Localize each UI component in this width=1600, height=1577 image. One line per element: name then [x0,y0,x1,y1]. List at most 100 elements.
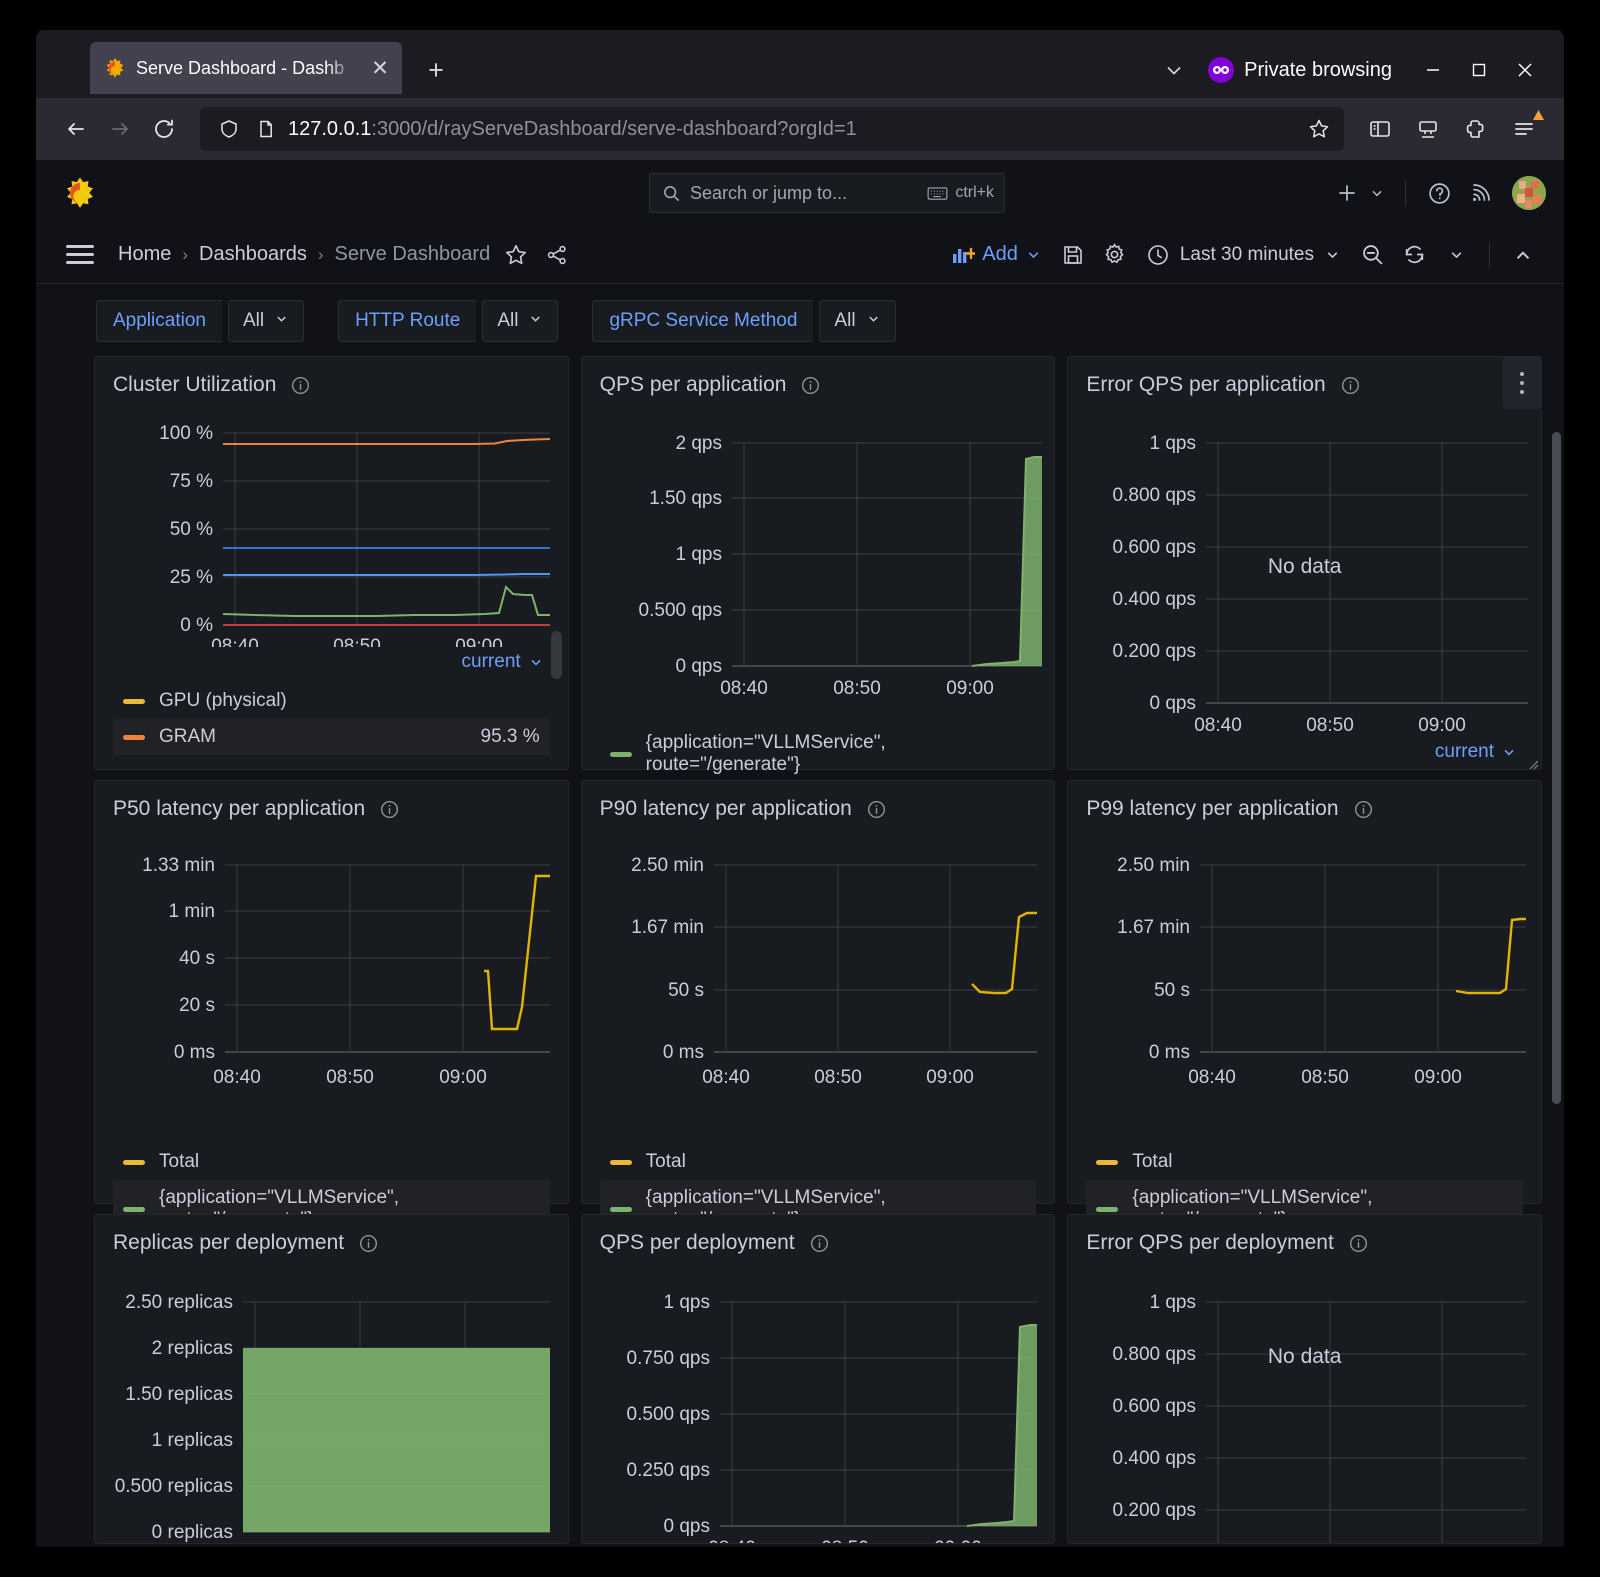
legend-scrollbar[interactable] [550,631,562,679]
list-all-tabs-chevron-down-icon[interactable] [1148,50,1200,90]
help-icon[interactable] [1418,172,1460,214]
svg-text:1.50 replicas: 1.50 replicas [125,1384,233,1405]
panel-title: Cluster Utilization [113,373,277,396]
svg-text:0.400 qps: 0.400 qps [1113,1448,1196,1469]
shield-icon[interactable] [214,114,244,144]
sidebar-icon[interactable] [1358,107,1402,151]
legend-color-swatch [609,1159,632,1165]
breadcrumb-home[interactable]: Home [118,243,171,266]
svg-text:08:50: 08:50 [1302,1067,1350,1088]
panel-p99-latency-per-application: P99 latency per application 2.50 min 1.6… [1067,780,1543,1238]
svg-text:08:50: 08:50 [333,636,381,647]
legend-sort-control[interactable]: cu [600,697,1037,725]
legend-sort-control[interactable]: cu [113,1116,550,1144]
info-icon[interactable] [1348,1233,1369,1254]
share-icon[interactable] [542,240,572,270]
dashboard-scrollbar[interactable] [1552,432,1561,1104]
breadcrumb-dashboards[interactable]: Dashboards [199,243,307,266]
dashboard-toolbar: Add Last 30 minutes [941,236,1544,274]
legend-item[interactable]: Total [1086,1144,1523,1180]
panel-resize-handle[interactable] [1528,756,1539,770]
variable-http-route: HTTP Route All [338,300,559,342]
bookmark-star-icon[interactable] [1302,112,1336,146]
tab-close-icon[interactable]: ✕ [368,56,392,80]
variable-http-route-value: All [497,310,519,331]
window-minimize-button[interactable] [1410,50,1456,90]
info-icon[interactable] [800,375,821,396]
svg-text:100 %: 100 % [159,423,213,444]
browser-tab[interactable]: Serve Dashboard - Dashb ✕ [90,42,402,94]
panel-header: Cluster Utilization [95,357,568,397]
svg-text:1.67 min: 1.67 min [1117,917,1190,938]
variable-grpc-service-method-select[interactable]: All [819,300,896,342]
grafana-top-right [1327,172,1546,214]
svg-text:0.600 qps: 0.600 qps [1113,537,1196,558]
legend-sort-control[interactable]: cu [1086,1116,1523,1144]
add-panel-button[interactable]: Add [941,236,1052,274]
plot-area: 2.50 min 1.67 min 50 s 0 ms 08:40 08:50 … [1068,821,1541,1116]
svg-text:1 qps: 1 qps [1150,1292,1196,1313]
legend-item[interactable]: Total [600,1144,1037,1180]
time-range-picker[interactable]: Last 30 minutes [1136,236,1351,274]
breadcrumb: Home › Dashboards › Serve Dashboard [118,240,572,270]
collapse-toolbar-chevron-up-icon[interactable] [1502,236,1544,274]
info-icon[interactable] [1340,375,1361,396]
create-new-button[interactable] [1327,172,1393,214]
variable-http-route-select[interactable]: All [482,300,559,342]
window-maximize-button[interactable] [1456,50,1502,90]
plot-area: 1.33 min 1 min 40 s 20 s 0 ms 08:40 08:5… [95,821,568,1116]
extension-manager-icon[interactable] [1406,107,1450,151]
svg-text:50 %: 50 % [170,519,213,540]
svg-text:1 qps: 1 qps [675,544,721,565]
panel-title: Replicas per deployment [113,1231,345,1254]
grafana-logo-icon[interactable] [60,173,100,213]
zoom-out-time-range-icon[interactable] [1351,236,1393,274]
legend-item[interactable]: GRAM 95.3 % [113,719,550,755]
info-icon[interactable] [290,375,311,396]
page-info-icon[interactable] [252,115,280,143]
legend-sort-control[interactable]: cu [600,1116,1037,1144]
plot-area: 100 % 75 % 50 % 25 % 0 % 08:40 08:50 09:… [95,397,568,647]
variable-application-select[interactable]: All [227,300,305,342]
legend-sort-control[interactable]: current [1086,737,1523,773]
extension-puzzle-icon[interactable] [1454,107,1498,151]
legend-item[interactable]: Total [113,1144,550,1180]
reload-icon[interactable] [142,107,186,151]
application-menu-icon[interactable] [1502,107,1546,151]
window-close-button[interactable] [1502,50,1548,90]
chevron-down-icon [274,310,289,332]
svg-text:09:00: 09:00 [455,636,503,647]
save-dashboard-icon[interactable] [1052,236,1094,274]
legend-label: Total [159,1151,200,1172]
toolbar-divider [1405,180,1406,206]
address-bar[interactable]: 127.0.0.1:3000/d/rayServeDashboard/serve… [200,107,1344,151]
dashboard-settings-gear-icon[interactable] [1094,236,1136,274]
favorite-star-icon[interactable] [501,240,531,270]
info-icon[interactable] [358,1233,379,1254]
info-icon[interactable] [809,1233,830,1254]
refresh-dashboard-icon[interactable] [1393,236,1435,274]
legend-sort-control[interactable]: current [113,647,550,683]
chevron-down-icon [1501,744,1517,760]
info-icon[interactable] [866,799,887,820]
svg-text:50 s: 50 s [668,980,704,1001]
back-icon[interactable] [54,107,98,151]
legend-color-swatch [609,751,632,757]
news-rss-icon[interactable] [1460,172,1502,214]
refresh-interval-chevron-down-icon[interactable] [1435,236,1477,274]
menu-toggle-button[interactable] [60,235,100,275]
svg-text:08:40: 08:40 [211,636,259,647]
breadcrumb-serve-dashboard[interactable]: Serve Dashboard [335,243,491,266]
legend-label: GPU (physical) [159,690,287,711]
avatar[interactable] [1512,176,1546,210]
legend-item[interactable]: GPU (physical) [113,683,550,719]
new-tab-button[interactable]: + [416,50,456,90]
info-icon[interactable] [1353,799,1374,820]
variable-application-value: All [242,310,265,331]
info-icon[interactable] [379,799,400,820]
search-input[interactable]: Search or jump to... ctrl+k [649,173,1005,213]
variable-application-label: Application [96,300,222,342]
svg-text:08:40: 08:40 [213,1067,261,1088]
legend-item[interactable]: {application="VLLMService", route="/gene… [600,725,1037,783]
plot-area: 1 qps 0.750 qps 0.500 qps 0.250 qps 0 qp… [582,1255,1055,1543]
